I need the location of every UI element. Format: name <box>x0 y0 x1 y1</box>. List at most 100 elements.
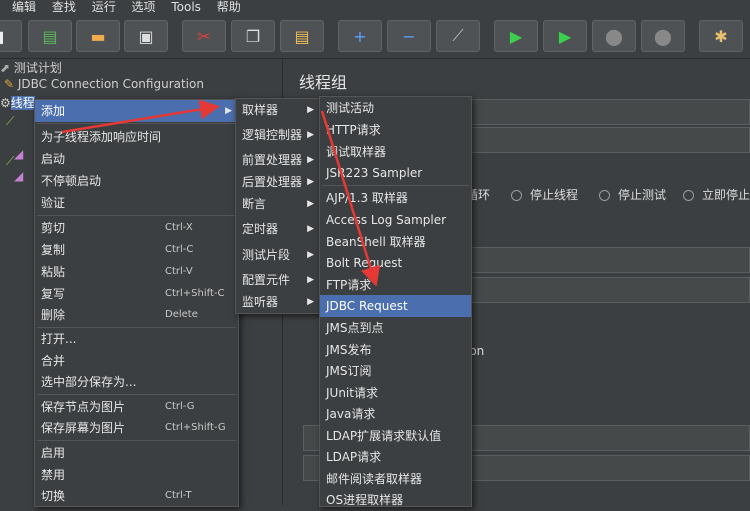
submenu-arrow-icon: ▶ <box>307 177 314 187</box>
menu-search[interactable]: 查找 <box>52 0 76 12</box>
radio-circle <box>599 190 610 201</box>
submenu-arrow-icon: ▶ <box>307 155 314 165</box>
expand-icon[interactable]: + <box>338 20 382 52</box>
sampler-item[interactable]: 邮件阅读者取样器 <box>320 468 471 490</box>
collapse-icon[interactable]: − <box>387 20 431 52</box>
separator <box>37 440 236 441</box>
new-icon[interactable]: ▮ <box>0 20 22 52</box>
separator <box>322 185 469 186</box>
submenu-item-pre-processor[interactable]: 前置处理器 ▶ <box>236 149 320 171</box>
templates-icon[interactable]: ▤ <box>28 20 72 52</box>
menu-item-save-node-image[interactable]: 保存节点为图片 Ctrl-G <box>35 396 238 418</box>
cut-icon[interactable]: ✂ <box>182 20 226 52</box>
submenu-arrow-icon: ▶ <box>307 275 314 285</box>
menu-help[interactable]: 帮助 <box>217 0 241 12</box>
sampler-item[interactable]: FTP请求 <box>320 274 471 296</box>
open-icon[interactable]: ▬ <box>76 20 120 52</box>
start-icon[interactable]: ▶ <box>494 20 538 52</box>
submenu-item-logic-controller[interactable]: 逻辑控制器 ▶ <box>236 124 320 146</box>
menu-item-validate[interactable]: 验证 <box>35 192 238 214</box>
submenu-item-sampler[interactable]: 取样器 ▶ <box>236 99 320 121</box>
menu-tools[interactable]: Tools <box>171 0 201 12</box>
menu-bar: 编辑 查找 运行 选项 Tools 帮助 <box>0 0 750 12</box>
menu-item-toggle[interactable]: 切换 Ctrl-T <box>35 485 238 507</box>
submenu-arrow-icon: ▶ <box>307 130 314 140</box>
start-no-pause-icon[interactable]: ▶ <box>543 20 587 52</box>
submenu-item-test-fragment[interactable]: 测试片段 ▶ <box>236 244 320 266</box>
menu-item-paste[interactable]: 粘贴 Ctrl-V <box>35 261 238 283</box>
submenu-item-post-processor[interactable]: 后置处理器 ▶ <box>236 171 320 193</box>
menu-item-start-no-pause[interactable]: 不停顿启动 <box>35 170 238 192</box>
menu-item-copy[interactable]: 复制 Ctrl-C <box>35 239 238 261</box>
sampler-item[interactable]: BeanShell 取样器 <box>320 231 471 253</box>
copy-icon[interactable]: ❐ <box>231 20 275 52</box>
menu-item-enable[interactable]: 启用 <box>35 442 238 464</box>
save-icon[interactable]: ▣ <box>124 20 168 52</box>
menu-item-cut[interactable]: 剪切 Ctrl-X <box>35 217 238 239</box>
sampler-item[interactable]: 调试取样器 <box>320 141 471 163</box>
radio-circle <box>511 190 522 201</box>
sampler-item[interactable]: OS进程取样器 <box>320 489 471 511</box>
radio-stop-test[interactable]: 停止测试 <box>599 186 666 203</box>
menu-item-disable[interactable]: 禁用 <box>35 464 238 486</box>
separator <box>37 123 236 124</box>
toolbar: ▮ ▤ ▬ ▣ ✂ ❐ ▤ + − ⟋ ▶ ▶ ⬤ ⬤ ✱ <box>0 12 750 59</box>
menu-item-delete[interactable]: 删除 Delete <box>35 304 238 326</box>
sampler-item[interactable]: Access Log Sampler <box>320 209 471 231</box>
context-menu: 添加 ▶ 为子线程添加响应时间 启动 不停顿启动 验证 剪切 Ctrl-X 复制 Ct… <box>34 99 239 507</box>
stop-icon[interactable]: ⬤ <box>592 20 636 52</box>
tree-item-jdbc-config[interactable]: ✎ JDBC Connection Configuration <box>4 77 204 91</box>
add-submenu: 取样器 ▶ 逻辑控制器 ▶ 前置处理器 ▶ 后置处理器 ▶ 断言 ▶ 定时器 ▶ 测试片段 ▶… <box>235 98 321 314</box>
sampler-item[interactable]: JSR223 Sampler <box>320 162 471 184</box>
tree-item-test-plan[interactable]: ⬈ 测试计划 <box>0 59 62 76</box>
sampler-item[interactable]: AJP/1.3 取样器 <box>320 187 471 209</box>
menu-item-duplicate[interactable]: 复写 Ctrl+Shift-C <box>35 283 238 305</box>
menu-item-save-screen-image[interactable]: 保存屏幕为图片 Ctrl+Shift-G <box>35 417 238 439</box>
sampler-item-jdbc-request[interactable]: JDBC Request <box>320 295 471 317</box>
shutdown-icon[interactable]: ⬤ <box>641 20 685 52</box>
submenu-arrow-icon: ▶ <box>225 106 232 116</box>
sampler-item[interactable]: JUnit请求 <box>320 382 471 404</box>
sampler-item[interactable]: 测试活动 <box>320 97 471 119</box>
sampler-item[interactable]: Java请求 <box>320 403 471 425</box>
separator <box>37 215 236 216</box>
sampler-item[interactable]: LDAP请求 <box>320 446 471 468</box>
submenu-arrow-icon: ▶ <box>307 297 314 307</box>
sampler-item[interactable]: HTTP请求 <box>320 119 471 141</box>
menu-edit[interactable]: 编辑 <box>12 0 36 12</box>
submenu-arrow-icon: ▶ <box>307 199 314 209</box>
test-plan-icon: ⬈ <box>0 61 14 75</box>
submenu-item-config-element[interactable]: 配置元件 ▶ <box>236 269 320 291</box>
paste-icon[interactable]: ▤ <box>280 20 324 52</box>
menu-item-merge[interactable]: 合并 <box>35 350 238 372</box>
menu-item-save-selection[interactable]: 选中部分保存为... <box>35 371 238 393</box>
sampler-item[interactable]: JMS点到点 <box>320 317 471 339</box>
radio-stop-thread[interactable]: 停止线程 <box>511 186 578 203</box>
menu-run[interactable]: 运行 <box>92 0 116 12</box>
submenu-item-assertion[interactable]: 断言 ▶ <box>236 193 320 215</box>
sampler-item[interactable]: JMS订阅 <box>320 360 471 382</box>
gear-icon: ⚙ <box>0 96 11 110</box>
sampler-item[interactable]: JMS发布 <box>320 339 471 361</box>
clear-icon[interactable]: ✱ <box>699 20 743 52</box>
menu-item-start[interactable]: 启动 <box>35 148 238 170</box>
submenu-arrow-icon: ▶ <box>307 250 314 260</box>
sampler-icon-2: ⟋ <box>6 154 15 168</box>
wrench-icon: ✎ <box>4 77 18 91</box>
listener-icon-2: ◢ <box>14 169 24 183</box>
menu-options[interactable]: 选项 <box>132 0 156 12</box>
menu-item-add[interactable]: 添加 ▶ <box>35 100 238 122</box>
page-title: 线程组 <box>299 73 348 92</box>
toggle-icon[interactable]: ⟋ <box>436 20 480 52</box>
tree-item-thread-group[interactable]: ⚙线程 <box>0 94 35 111</box>
submenu-arrow-icon: ▶ <box>307 105 314 115</box>
sampler-submenu: 测试活动 HTTP请求 调试取样器 JSR223 Sampler AJP/1.3… <box>319 96 472 507</box>
radio-stop-now[interactable]: 立即停止 <box>683 186 750 203</box>
menu-item-add-think-times[interactable]: 为子线程添加响应时间 <box>35 126 238 148</box>
sampler-item[interactable]: Bolt Request <box>320 252 471 274</box>
sampler-item[interactable]: LDAP扩展请求默认值 <box>320 425 471 447</box>
submenu-item-listener[interactable]: 监听器 ▶ <box>236 291 320 313</box>
menu-item-open[interactable]: 打开... <box>35 328 238 350</box>
sampler-icon: ⟋ <box>6 114 15 128</box>
submenu-item-timer[interactable]: 定时器 ▶ <box>236 218 320 240</box>
